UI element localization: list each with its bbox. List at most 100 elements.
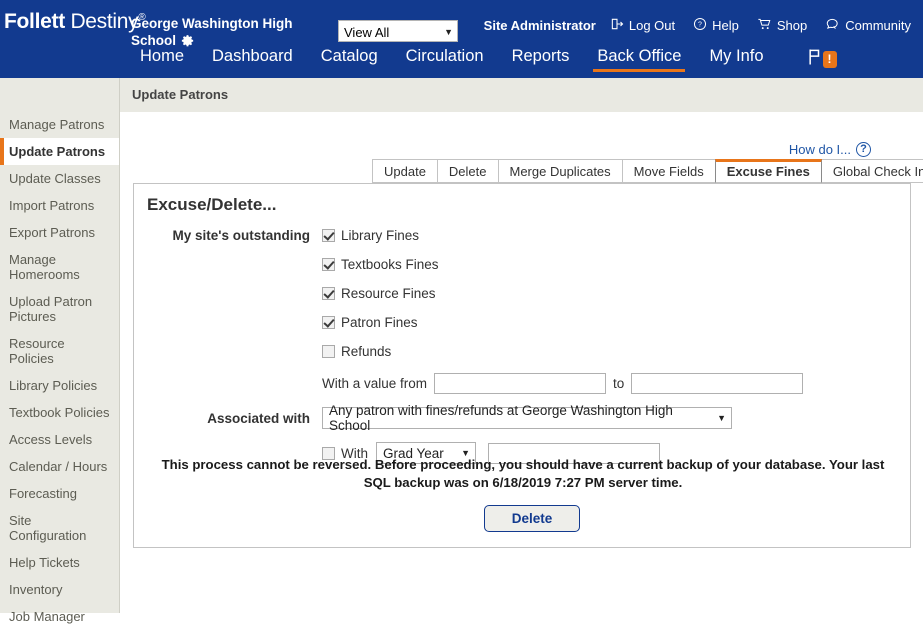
associated-with-value: Any patron with fines/refunds at George … — [329, 403, 709, 433]
svg-text:?: ? — [698, 22, 702, 29]
help-link[interactable]: ? Help — [693, 17, 739, 34]
main-content: How do I... ? Update Delete Merge Duplic… — [121, 112, 923, 613]
help-icon: ? — [693, 17, 707, 34]
tab-merge-duplicates[interactable]: Merge Duplicates — [498, 159, 622, 183]
checkbox-library-fines[interactable] — [322, 229, 335, 242]
value-from-input[interactable] — [434, 373, 606, 394]
sidebar-item-textbook-policies[interactable]: Textbook Policies — [0, 399, 119, 426]
checkbox-library-fines-label[interactable]: Library Fines — [341, 228, 419, 243]
sidebar-item-site-configuration[interactable]: Site Configuration — [0, 507, 119, 549]
community-icon — [825, 17, 840, 34]
checkbox-resource-fines-wrap: Resource Fines — [322, 286, 436, 301]
tab-update[interactable]: Update — [372, 159, 437, 183]
checkbox-resource-fines-label[interactable]: Resource Fines — [341, 286, 436, 301]
form-row-associated-with: Associated with Any patron with fines/re… — [134, 407, 910, 429]
checkbox-resource-fines[interactable] — [322, 287, 335, 300]
nav-item-home[interactable]: Home — [126, 47, 198, 74]
top-header: Follett Destiny® George Washington High … — [0, 0, 923, 78]
value-from-label: With a value from — [322, 376, 427, 391]
logout-link[interactable]: Log Out — [610, 17, 675, 34]
breadcrumb-bar: Update Patrons — [120, 78, 923, 112]
how-do-i-label: How do I... — [789, 142, 851, 157]
form-row-value-range: With a value from to — [134, 373, 910, 394]
sidebar-item-help-tickets[interactable]: Help Tickets — [0, 549, 119, 576]
value-to-input[interactable] — [631, 373, 803, 394]
checkbox-library-fines-wrap: Library Fines — [322, 228, 419, 243]
sidebar-item-manage-homerooms[interactable]: Manage Homerooms — [0, 246, 119, 288]
how-do-i-link[interactable]: How do I... ? — [789, 142, 871, 157]
sidebar-item-library-policies[interactable]: Library Policies — [0, 372, 119, 399]
sidebar: Manage Patrons Update Patrons Update Cla… — [0, 78, 120, 613]
tab-global-check-in[interactable]: Global Check In — [822, 159, 923, 183]
excuse-delete-panel: Excuse/Delete... My site's outstanding L… — [133, 183, 911, 548]
sidebar-item-export-patrons[interactable]: Export Patrons — [0, 219, 119, 246]
checkbox-refunds-wrap: Refunds — [322, 344, 391, 359]
chevron-down-icon: ▼ — [444, 27, 453, 37]
logout-icon — [610, 17, 624, 34]
chevron-down-icon: ▼ — [717, 413, 726, 423]
delete-button[interactable]: Delete — [484, 505, 580, 532]
brand-logo: Follett Destiny® — [4, 10, 145, 34]
form-row-refunds: Refunds — [134, 344, 910, 359]
panel-title: Excuse/Delete... — [147, 195, 276, 215]
outstanding-label: My site's outstanding — [134, 228, 322, 243]
tab-excuse-fines[interactable]: Excuse Fines — [715, 159, 822, 183]
question-mark-icon: ? — [856, 142, 871, 157]
form-row-patron-fines: Patron Fines — [134, 315, 910, 330]
checkbox-textbooks-fines[interactable] — [322, 258, 335, 271]
value-to-label: to — [613, 376, 624, 391]
brand-destiny: Destiny — [70, 10, 138, 33]
cart-icon — [757, 17, 772, 34]
sidebar-item-import-patrons[interactable]: Import Patrons — [0, 192, 119, 219]
account-bar: Site Administrator Log Out ? Help Shop C… — [484, 17, 917, 34]
site-name-text: George Washington High School — [131, 16, 293, 48]
nav-item-back-office[interactable]: Back Office — [583, 47, 695, 74]
tab-delete[interactable]: Delete — [437, 159, 498, 183]
checkbox-textbooks-fines-wrap: Textbooks Fines — [322, 257, 439, 272]
sidebar-item-calendar-hours[interactable]: Calendar / Hours — [0, 453, 119, 480]
excuse-fines-form: My site's outstanding Library Fines Text… — [134, 228, 910, 464]
associated-with-body: Any patron with fines/refunds at George … — [322, 407, 732, 429]
sidebar-item-manage-patrons[interactable]: Manage Patrons — [0, 111, 119, 138]
view-scope-value: View All — [344, 25, 389, 40]
associated-with-label: Associated with — [134, 411, 322, 426]
checkbox-patron-fines-wrap: Patron Fines — [322, 315, 418, 330]
sidebar-item-upload-patron-pictures[interactable]: Upload Patron Pictures — [0, 288, 119, 330]
view-scope-select[interactable]: View All ▼ — [338, 20, 458, 42]
associated-with-select[interactable]: Any patron with fines/refunds at George … — [322, 407, 732, 429]
notification-badge: ! — [823, 51, 837, 68]
form-row-textbooks-fines: Textbooks Fines — [134, 257, 910, 272]
checkbox-textbooks-fines-label[interactable]: Textbooks Fines — [341, 257, 439, 272]
tab-move-fields[interactable]: Move Fields — [622, 159, 715, 183]
sidebar-item-forecasting[interactable]: Forecasting — [0, 480, 119, 507]
notifications-flag[interactable]: ! — [806, 47, 837, 78]
checkbox-patron-fines-label[interactable]: Patron Fines — [341, 315, 418, 330]
checkbox-refunds-label[interactable]: Refunds — [341, 344, 391, 359]
account-role: Site Administrator — [484, 18, 596, 33]
community-label: Community — [845, 18, 911, 33]
nav-item-circulation[interactable]: Circulation — [392, 47, 498, 74]
nav-item-my-info[interactable]: My Info — [695, 47, 777, 74]
breadcrumb: Update Patrons — [132, 87, 228, 102]
value-range-body: With a value from to — [322, 373, 803, 394]
sidebar-item-update-patrons[interactable]: Update Patrons — [0, 138, 119, 165]
nav-item-reports[interactable]: Reports — [498, 47, 584, 74]
sidebar-item-access-levels[interactable]: Access Levels — [0, 426, 119, 453]
sidebar-item-resource-policies[interactable]: Resource Policies — [0, 330, 119, 372]
irreversible-warning: This process cannot be reversed. Before … — [150, 456, 896, 492]
tab-bar: Update Delete Merge Duplicates Move Fiel… — [372, 159, 923, 183]
shop-label: Shop — [777, 18, 807, 33]
shop-link[interactable]: Shop — [757, 17, 807, 34]
nav-item-catalog[interactable]: Catalog — [307, 47, 392, 74]
community-link[interactable]: Community — [825, 17, 911, 34]
help-label: Help — [712, 18, 739, 33]
logout-label: Log Out — [629, 18, 675, 33]
sidebar-item-job-manager[interactable]: Job Manager — [0, 603, 119, 630]
form-row-resource-fines: Resource Fines — [134, 286, 910, 301]
checkbox-refunds[interactable] — [322, 345, 335, 358]
sidebar-item-inventory[interactable]: Inventory — [0, 576, 119, 603]
checkbox-patron-fines[interactable] — [322, 316, 335, 329]
main-navigation: Home Dashboard Catalog Circulation Repor… — [126, 47, 837, 78]
sidebar-item-update-classes[interactable]: Update Classes — [0, 165, 119, 192]
nav-item-dashboard[interactable]: Dashboard — [198, 47, 307, 74]
